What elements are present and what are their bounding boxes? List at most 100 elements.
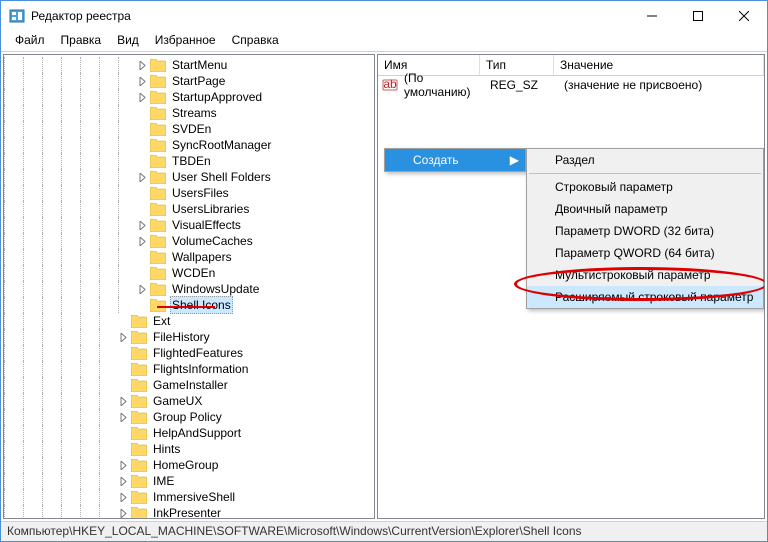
folder-icon <box>131 427 147 440</box>
tree-item-label: WCDEn <box>170 265 217 281</box>
menu-edit[interactable]: Правка <box>53 31 110 51</box>
folder-icon <box>131 363 147 376</box>
tree-item-label: IME <box>151 473 176 489</box>
tree-item[interactable]: HelpAndSupport <box>4 425 374 441</box>
expander-closed-icon[interactable] <box>137 220 148 231</box>
expander-closed-icon[interactable] <box>118 332 129 343</box>
expander-none <box>137 156 148 167</box>
tree-item[interactable]: StartupApproved <box>4 89 374 105</box>
tree-item[interactable]: Shell Icons <box>4 297 374 313</box>
folder-icon <box>150 283 166 296</box>
tree-item[interactable]: SyncRootManager <box>4 137 374 153</box>
minimize-button[interactable] <box>629 1 675 31</box>
ctx-create[interactable]: Создать ▶ <box>385 149 525 171</box>
ctx-item[interactable]: Строковый параметр <box>527 176 763 198</box>
expander-closed-icon[interactable] <box>118 476 129 487</box>
tree-item[interactable]: Hints <box>4 441 374 457</box>
tree-item-label: Ext <box>151 313 172 329</box>
tree-item[interactable]: HomeGroup <box>4 457 374 473</box>
ctx-item[interactable]: Раздел <box>527 149 763 171</box>
expander-closed-icon[interactable] <box>118 492 129 503</box>
tree-item[interactable]: WindowsUpdate <box>4 281 374 297</box>
expander-none <box>137 268 148 279</box>
ctx-item-label: Строковый параметр <box>555 180 673 194</box>
menu-favorites[interactable]: Избранное <box>147 31 224 51</box>
expander-none <box>137 140 148 151</box>
expander-closed-icon[interactable] <box>118 412 129 423</box>
expander-closed-icon[interactable] <box>118 396 129 407</box>
expander-none <box>118 348 129 359</box>
svg-text:ab: ab <box>383 77 397 91</box>
tree-item-label: FlightsInformation <box>151 361 250 377</box>
tree-item[interactable]: WCDEn <box>4 265 374 281</box>
folder-icon <box>150 251 166 264</box>
ctx-item[interactable]: Параметр QWORD (64 бита) <box>527 242 763 264</box>
ctx-item[interactable]: Двоичный параметр <box>527 198 763 220</box>
folder-icon <box>150 203 166 216</box>
folder-icon <box>150 155 166 168</box>
ctx-item-label: Параметр DWORD (32 бита) <box>555 224 714 238</box>
tree-item[interactable]: User Shell Folders <box>4 169 374 185</box>
expander-closed-icon[interactable] <box>137 76 148 87</box>
expander-closed-icon[interactable] <box>137 92 148 103</box>
tree-item[interactable]: StartMenu <box>4 57 374 73</box>
tree-item[interactable]: VisualEffects <box>4 217 374 233</box>
tree-item[interactable]: SVDEn <box>4 121 374 137</box>
close-button[interactable] <box>721 1 767 31</box>
folder-icon <box>150 187 166 200</box>
tree-item[interactable]: FlightsInformation <box>4 361 374 377</box>
expander-none <box>118 364 129 375</box>
tree-item[interactable]: IME <box>4 473 374 489</box>
values-pane[interactable]: Имя Тип Значение ab (По умолчанию) REG_S… <box>377 54 765 519</box>
tree-item[interactable]: ImmersiveShell <box>4 489 374 505</box>
tree-item[interactable]: GameInstaller <box>4 377 374 393</box>
tree-item-label: SVDEn <box>170 121 213 137</box>
menu-view[interactable]: Вид <box>109 31 147 51</box>
expander-none <box>137 204 148 215</box>
tree-item[interactable]: InkPresenter <box>4 505 374 519</box>
folder-icon <box>131 379 147 392</box>
tree-item-label: FlightedFeatures <box>151 345 245 361</box>
tree-item[interactable]: FlightedFeatures <box>4 345 374 361</box>
col-type[interactable]: Тип <box>480 55 554 75</box>
ctx-item[interactable]: Параметр DWORD (32 бита) <box>527 220 763 242</box>
tree-item[interactable]: TBDEn <box>4 153 374 169</box>
tree-item[interactable]: VolumeCaches <box>4 233 374 249</box>
tree-item[interactable]: FileHistory <box>4 329 374 345</box>
expander-none <box>137 188 148 199</box>
tree-item[interactable]: UsersLibraries <box>4 201 374 217</box>
tree-item[interactable]: UsersFiles <box>4 185 374 201</box>
folder-icon <box>131 475 147 488</box>
tree-item[interactable]: Group Policy <box>4 409 374 425</box>
expander-closed-icon[interactable] <box>137 172 148 183</box>
tree-item-label: Hints <box>151 441 182 457</box>
folder-icon <box>150 235 166 248</box>
tree-item[interactable]: StartPage <box>4 73 374 89</box>
value-type: REG_SZ <box>488 78 562 92</box>
maximize-button[interactable] <box>675 1 721 31</box>
col-value[interactable]: Значение <box>554 55 764 75</box>
tree-item[interactable]: Wallpapers <box>4 249 374 265</box>
expander-closed-icon[interactable] <box>137 236 148 247</box>
folder-icon <box>131 411 147 424</box>
tree-item-label: User Shell Folders <box>170 169 273 185</box>
expander-closed-icon[interactable] <box>137 60 148 71</box>
tree-item[interactable]: Streams <box>4 105 374 121</box>
folder-icon <box>150 75 166 88</box>
tree-item-label: StartupApproved <box>170 89 264 105</box>
tree-item[interactable]: Ext <box>4 313 374 329</box>
expander-closed-icon[interactable] <box>137 284 148 295</box>
tree-item[interactable]: GameUX <box>4 393 374 409</box>
value-row[interactable]: ab (По умолчанию) REG_SZ (значение не пр… <box>378 76 764 94</box>
tree-item-label: StartMenu <box>170 57 229 73</box>
menu-help[interactable]: Справка <box>224 31 287 51</box>
status-path: Компьютер\HKEY_LOCAL_MACHINE\SOFTWARE\Mi… <box>7 524 582 538</box>
tree-item-label: Group Policy <box>151 409 224 425</box>
folder-icon <box>150 299 166 312</box>
tree-pane[interactable]: StartMenuStartPageStartupApprovedStreams… <box>3 54 375 519</box>
tree-item-label: VolumeCaches <box>170 233 255 249</box>
expander-closed-icon[interactable] <box>118 460 129 471</box>
expander-none <box>137 252 148 263</box>
expander-closed-icon[interactable] <box>118 508 129 519</box>
menu-file[interactable]: Файл <box>7 31 53 51</box>
